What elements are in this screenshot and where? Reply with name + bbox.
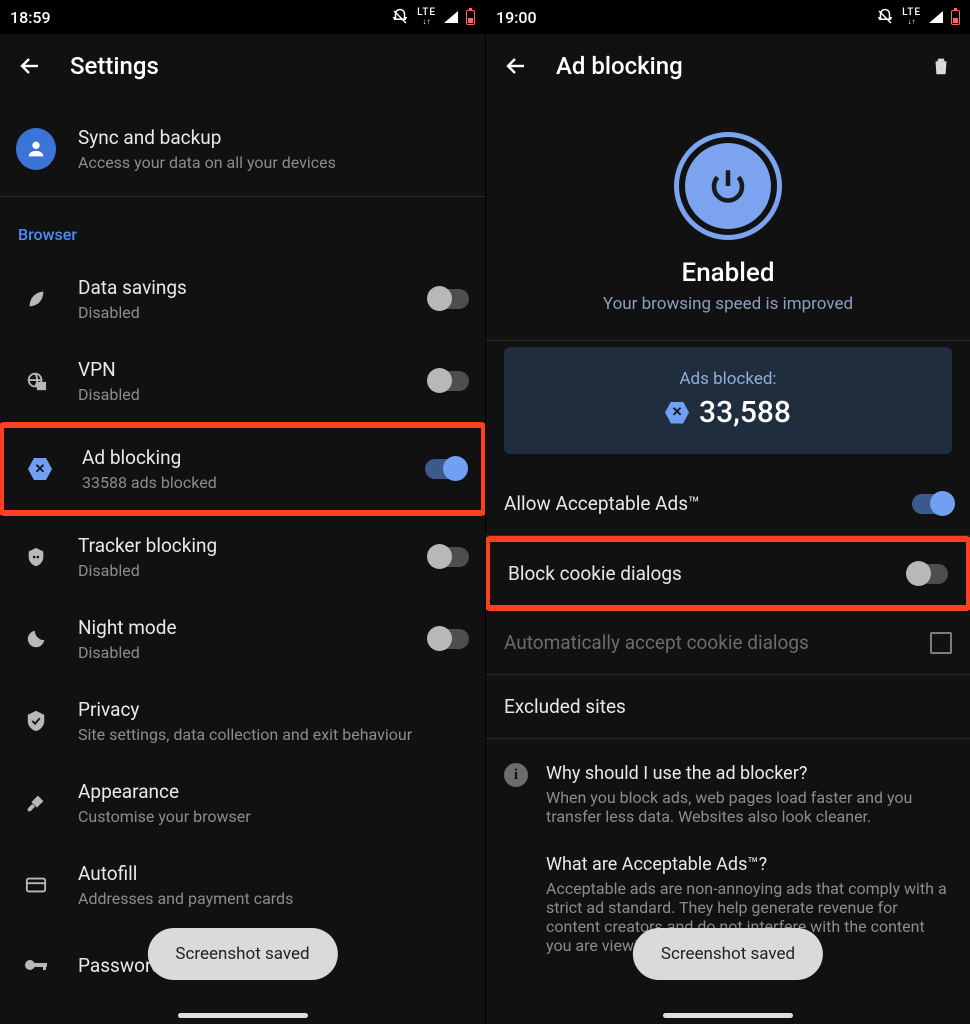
card-icon <box>16 876 56 894</box>
app-bar: Settings <box>0 34 485 98</box>
power-button[interactable] <box>674 132 782 240</box>
enabled-subtitle: Your browsing speed is improved <box>486 294 970 314</box>
mute-icon <box>391 8 409 26</box>
right-screen: 19:00 LTE↓↑ Ad blocking Enabled Your bro… <box>485 0 970 1024</box>
stats-card: Ads blocked: ✕ 33,588 <box>504 347 952 454</box>
toggle-allow-acceptable[interactable] <box>912 494 952 514</box>
signal-icon <box>929 11 943 23</box>
leaf-icon <box>16 288 56 310</box>
toggle-data-savings[interactable] <box>429 289 469 309</box>
enabled-title: Enabled <box>486 258 970 288</box>
row-ad-blocking[interactable]: ✕ Ad blocking33588 ads blocked <box>4 428 481 510</box>
row-night-mode[interactable]: Night modeDisabled <box>0 598 485 680</box>
row-block-cookie-dialogs[interactable]: Block cookie dialogs <box>490 542 966 605</box>
row-excluded-sites[interactable]: Excluded sites <box>486 675 970 738</box>
row-auto-accept-cookie: Automatically accept cookie dialogs <box>486 611 970 674</box>
shield-x-icon: ✕ <box>20 458 60 480</box>
brush-icon <box>16 792 56 814</box>
toggle-ad-blocking[interactable] <box>425 459 465 479</box>
sync-subtitle: Access your data on all your devices <box>78 153 469 172</box>
shield-x-icon: ✕ <box>665 402 689 424</box>
nav-bar[interactable] <box>178 1013 308 1018</box>
lte-icon: LTE↓↑ <box>417 8 436 26</box>
sync-row[interactable]: Sync and backup Access your data on all … <box>0 98 485 196</box>
key-icon <box>16 958 56 972</box>
toggle-tracker[interactable] <box>429 547 469 567</box>
row-vpn[interactable]: VPNDisabled <box>0 340 485 422</box>
app-bar: Ad blocking <box>486 34 970 98</box>
back-button[interactable] <box>18 54 42 78</box>
page-title: Ad blocking <box>556 52 902 80</box>
row-allow-acceptable-ads[interactable]: Allow Acceptable Ads™ <box>486 472 970 535</box>
enabled-panel: Enabled Your browsing speed is improved <box>486 98 970 340</box>
checkbox-auto-accept <box>930 632 952 654</box>
globe-lock-icon <box>16 370 56 392</box>
row-tracker-blocking[interactable]: Tracker blockingDisabled <box>0 516 485 598</box>
stats-value: ✕ 33,588 <box>504 395 952 430</box>
moon-icon <box>16 628 56 650</box>
info-ad-blocker: i Why should I use the ad blocker? When … <box>486 749 970 840</box>
status-bar: 19:00 LTE↓↑ <box>486 0 970 34</box>
lte-icon: LTE↓↑ <box>902 8 921 26</box>
sync-title: Sync and backup <box>78 126 469 149</box>
tracker-icon <box>16 546 56 568</box>
toggle-night-mode[interactable] <box>429 629 469 649</box>
toast: Screenshot saved <box>633 928 823 980</box>
battery-icon <box>951 10 960 25</box>
status-clock: 19:00 <box>496 8 876 27</box>
status-bar: 18:59 LTE↓↑ <box>0 0 485 34</box>
row-autofill[interactable]: AutofillAddresses and payment cards <box>0 844 485 926</box>
signal-icon <box>444 11 458 23</box>
battery-icon <box>466 10 475 25</box>
page-title: Settings <box>70 52 467 80</box>
info-icon: i <box>504 763 528 787</box>
mute-icon <box>876 8 894 26</box>
row-data-savings[interactable]: Data savingsDisabled <box>0 258 485 340</box>
delete-button[interactable] <box>930 55 952 77</box>
toggle-vpn[interactable] <box>429 371 469 391</box>
stats-label: Ads blocked: <box>504 369 952 389</box>
row-privacy[interactable]: PrivacySite settings, data collection an… <box>0 680 485 762</box>
status-clock: 18:59 <box>10 8 391 27</box>
nav-bar[interactable] <box>663 1013 793 1018</box>
left-screen: 18:59 LTE↓↑ Settings Sync and backup Acc… <box>0 0 485 1024</box>
highlight-cookie-dialogs: Block cookie dialogs <box>485 536 970 611</box>
back-button[interactable] <box>504 54 528 78</box>
avatar-icon <box>16 128 56 170</box>
toast: Screenshot saved <box>147 928 337 980</box>
toggle-block-cookie[interactable] <box>908 564 948 584</box>
highlight-ad-blocking: ✕ Ad blocking33588 ads blocked <box>0 422 485 516</box>
row-appearance[interactable]: AppearanceCustomise your browser <box>0 762 485 844</box>
section-browser: Browser <box>0 197 485 258</box>
shield-check-icon <box>16 710 56 732</box>
